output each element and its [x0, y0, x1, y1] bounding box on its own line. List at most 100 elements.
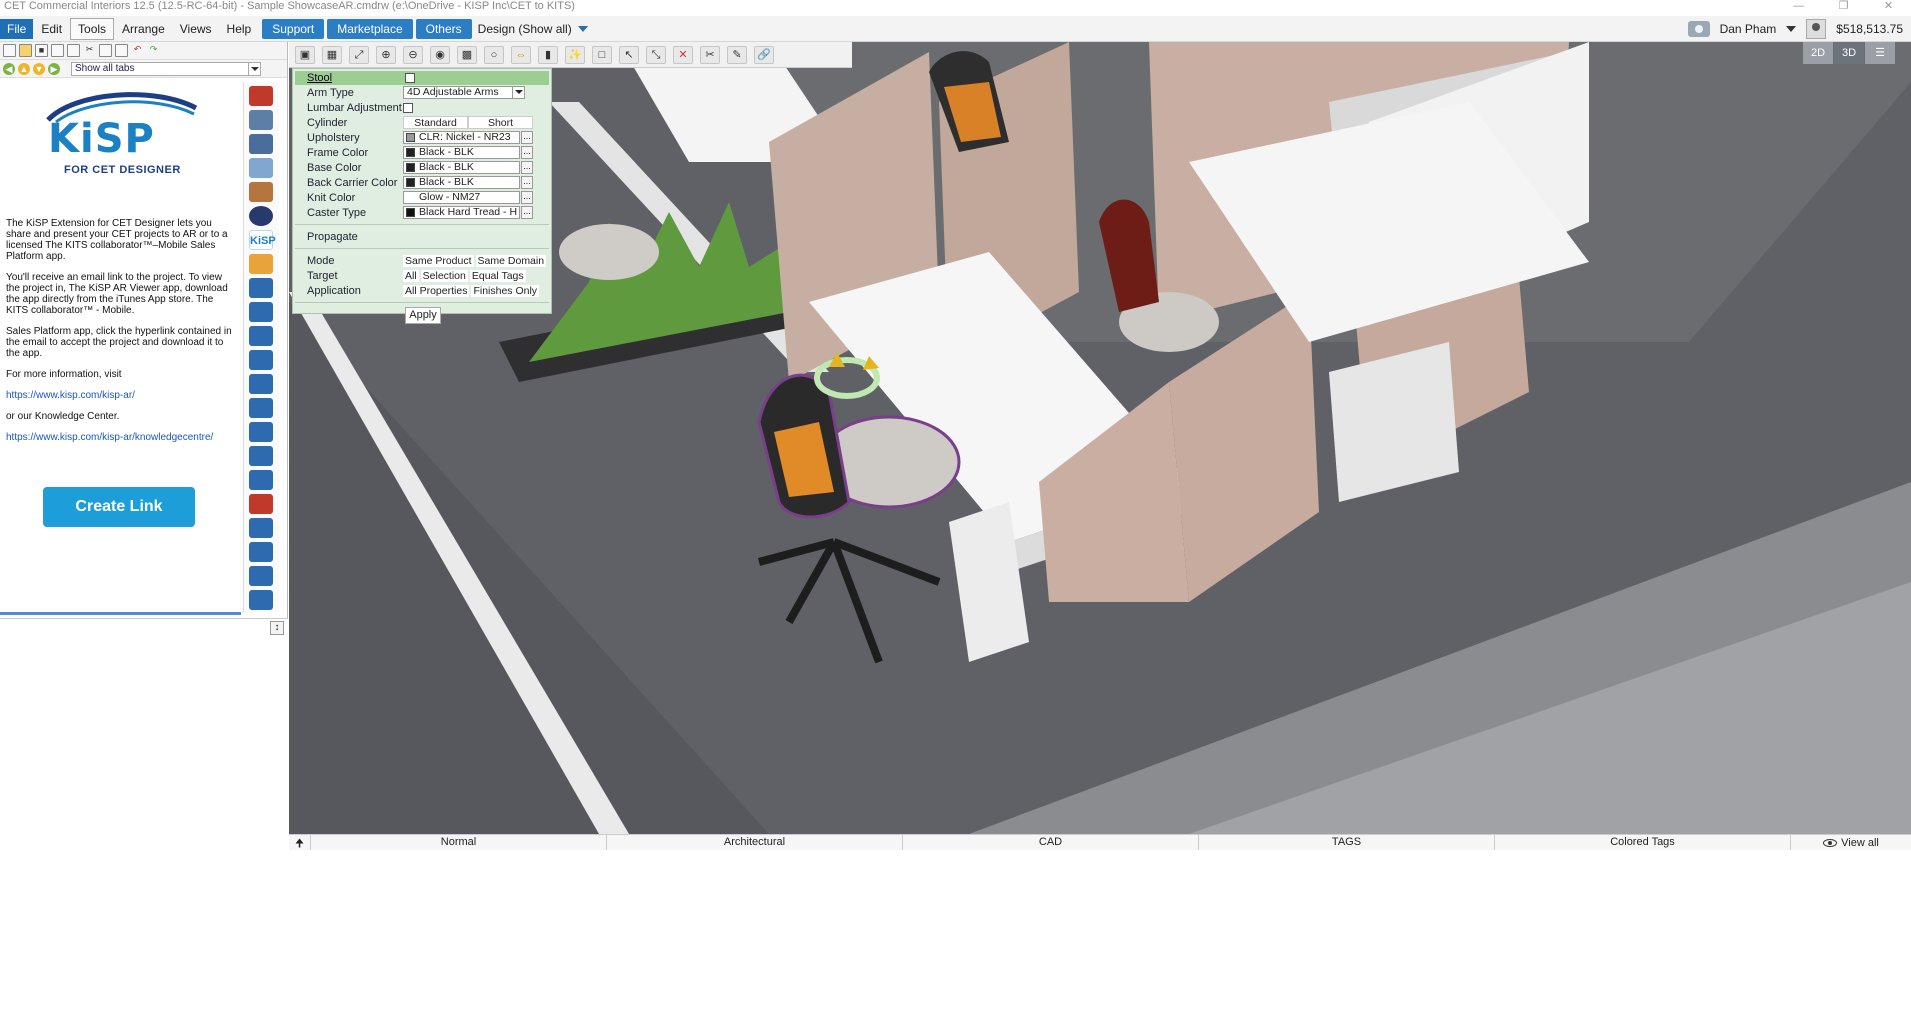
marketplace-button[interactable]: Marketplace	[327, 18, 413, 39]
measure-icon[interactable]: ↖	[619, 45, 639, 64]
menu-arrange[interactable]: Arrange	[115, 19, 172, 39]
cylinder-standard-option[interactable]: Standard	[403, 116, 468, 129]
connector-icon[interactable]	[249, 278, 273, 298]
mode-same-domain[interactable]: Same Domain	[475, 254, 547, 267]
zoom-window-icon[interactable]: ▦	[322, 45, 342, 64]
stool-checkbox[interactable]	[405, 73, 415, 83]
copy-icon[interactable]	[99, 44, 112, 57]
user-menu-chevron-icon[interactable]	[1786, 26, 1797, 32]
cut-selection-icon[interactable]: ✂	[700, 45, 720, 64]
people-icon[interactable]	[249, 302, 273, 322]
select-icon[interactable]: ○	[484, 45, 504, 64]
mode-same-product[interactable]: Same Product	[403, 254, 474, 267]
target-selection[interactable]: Selection	[420, 269, 468, 282]
frame-color-field[interactable]: Black - BLK ...	[403, 146, 533, 159]
base-color-field[interactable]: Black - BLK ...	[403, 161, 533, 174]
undo-icon[interactable]: ↶	[131, 44, 144, 57]
nav-down-icon[interactable]: ▼	[33, 62, 45, 75]
link-icon[interactable]: 🔗	[754, 45, 774, 64]
new-file-icon[interactable]	[3, 44, 16, 57]
create-link-button[interactable]: Create Link	[43, 487, 195, 527]
nav-back-icon[interactable]: ◀	[3, 62, 15, 75]
arm-type-select[interactable]: 4D Adjustable Arms	[403, 86, 525, 99]
stretch-icon[interactable]: ▮	[538, 45, 558, 64]
camera-view-icon[interactable]: ◉	[430, 45, 450, 64]
support-button[interactable]: Support	[262, 18, 325, 39]
kisp-ar-link[interactable]: https://www.kisp.com/kisp-ar/	[6, 390, 135, 401]
layer-cad[interactable]: CAD	[903, 835, 1199, 850]
upholstery-field[interactable]: CLR: Nickel - NR23 ...	[403, 131, 533, 144]
chair-icon[interactable]	[249, 590, 273, 610]
nav-up-icon[interactable]: ▲	[18, 62, 30, 75]
user-name[interactable]: Dan Pham	[1720, 22, 1777, 36]
minimize-icon[interactable]: —	[1776, 0, 1821, 13]
view-all-button[interactable]: View all	[1791, 835, 1911, 850]
box-select-icon[interactable]: □	[592, 45, 612, 64]
design-dropdown[interactable]: Design (Show all)	[478, 22, 588, 36]
3d-viewport[interactable]: ▣ ▦ ⤢ ⊕ ⊖ ◉ ▩ ○ ⇔ ▮ ✨ □ ↖ ⤡ ✕ ✂ ✎ 🔗 2D 3…	[289, 42, 1911, 834]
flask-icon[interactable]	[249, 446, 273, 466]
data-icon[interactable]	[249, 494, 273, 514]
camera-icon[interactable]	[1687, 21, 1710, 37]
monitor-icon[interactable]	[249, 422, 273, 442]
heart-pulse-icon[interactable]	[249, 398, 273, 418]
zoom-out-icon[interactable]: ⊖	[403, 45, 423, 64]
layers-icon[interactable]	[249, 518, 273, 538]
menu-edit[interactable]: Edit	[34, 19, 69, 39]
view-3d-button[interactable]: 3D	[1834, 42, 1864, 64]
view-2d-button[interactable]: 2D	[1803, 42, 1833, 64]
delete-icon[interactable]: ✕	[673, 45, 693, 64]
target-equal-tags[interactable]: Equal Tags	[469, 269, 526, 282]
move-icon[interactable]: ⇔	[511, 45, 531, 64]
open-folder-icon[interactable]	[19, 44, 32, 57]
knit-color-field[interactable]: Glow - NM27 ...	[403, 191, 533, 204]
knit-color-browse-button[interactable]: ...	[521, 191, 533, 204]
building-icon[interactable]	[249, 134, 273, 154]
back-carrier-browse-button[interactable]: ...	[521, 176, 533, 189]
apply-button[interactable]: Apply	[405, 307, 441, 324]
magnet-icon[interactable]	[249, 350, 273, 370]
application-finishes-only[interactable]: Finishes Only	[471, 284, 540, 297]
snap-icon[interactable]: ✨	[565, 45, 585, 64]
scale-icon[interactable]: ⤡	[646, 45, 666, 64]
menu-tools[interactable]: Tools	[70, 17, 115, 40]
menu-views[interactable]: Views	[173, 19, 219, 39]
layer-colored-tags[interactable]: Colored Tags	[1495, 835, 1791, 850]
nav-forward-icon[interactable]: ▶	[48, 62, 60, 75]
swatch-book-icon[interactable]	[249, 182, 273, 202]
lamp-icon[interactable]	[249, 110, 273, 130]
cut-icon[interactable]: ✂	[83, 44, 96, 57]
text-tool-icon[interactable]	[249, 470, 273, 490]
cube-icon[interactable]	[249, 86, 273, 106]
ruler-tool-icon[interactable]: ✎	[727, 45, 747, 64]
print-icon[interactable]	[67, 44, 80, 57]
menu-help[interactable]: Help	[220, 19, 259, 39]
stool-header[interactable]: Stool	[295, 71, 549, 85]
resize-icon[interactable]: ↕	[270, 621, 284, 635]
frame-color-browse-button[interactable]: ...	[521, 146, 533, 159]
show-tabs-select[interactable]: Show all tabs	[71, 61, 261, 76]
zoom-in-icon[interactable]: ⊕	[376, 45, 396, 64]
panel-icon[interactable]	[249, 158, 273, 178]
application-all-properties[interactable]: All Properties	[403, 284, 470, 297]
tools-icon[interactable]	[249, 254, 273, 274]
arrow-up-icon[interactable]: 🠉	[289, 835, 311, 850]
view-options-icon[interactable]: ☰	[1865, 42, 1895, 64]
cylinder-short-option[interactable]: Short	[468, 116, 533, 129]
avatar[interactable]	[1806, 19, 1827, 39]
knowledge-center-link[interactable]: https://www.kisp.com/kisp-ar/knowledgece…	[6, 432, 213, 443]
kisp-extension-icon[interactable]: KiSP	[249, 230, 276, 250]
caster-type-browse-button[interactable]: ...	[521, 206, 533, 219]
close-icon[interactable]: ✕	[1866, 0, 1911, 13]
wrench-icon[interactable]	[249, 326, 273, 346]
zoom-extents-icon[interactable]: ▣	[295, 45, 315, 64]
render-icon[interactable]: ▩	[457, 45, 477, 64]
ruler-icon[interactable]	[249, 542, 273, 562]
layer-tags[interactable]: TAGS	[1199, 835, 1495, 850]
menu-file[interactable]: File	[0, 18, 34, 39]
rings-icon[interactable]	[249, 206, 273, 226]
home-icon[interactable]	[249, 374, 273, 394]
back-carrier-field[interactable]: Black - BLK ...	[403, 176, 533, 189]
others-button[interactable]: Others	[415, 18, 472, 39]
layer-normal[interactable]: Normal	[311, 835, 607, 850]
